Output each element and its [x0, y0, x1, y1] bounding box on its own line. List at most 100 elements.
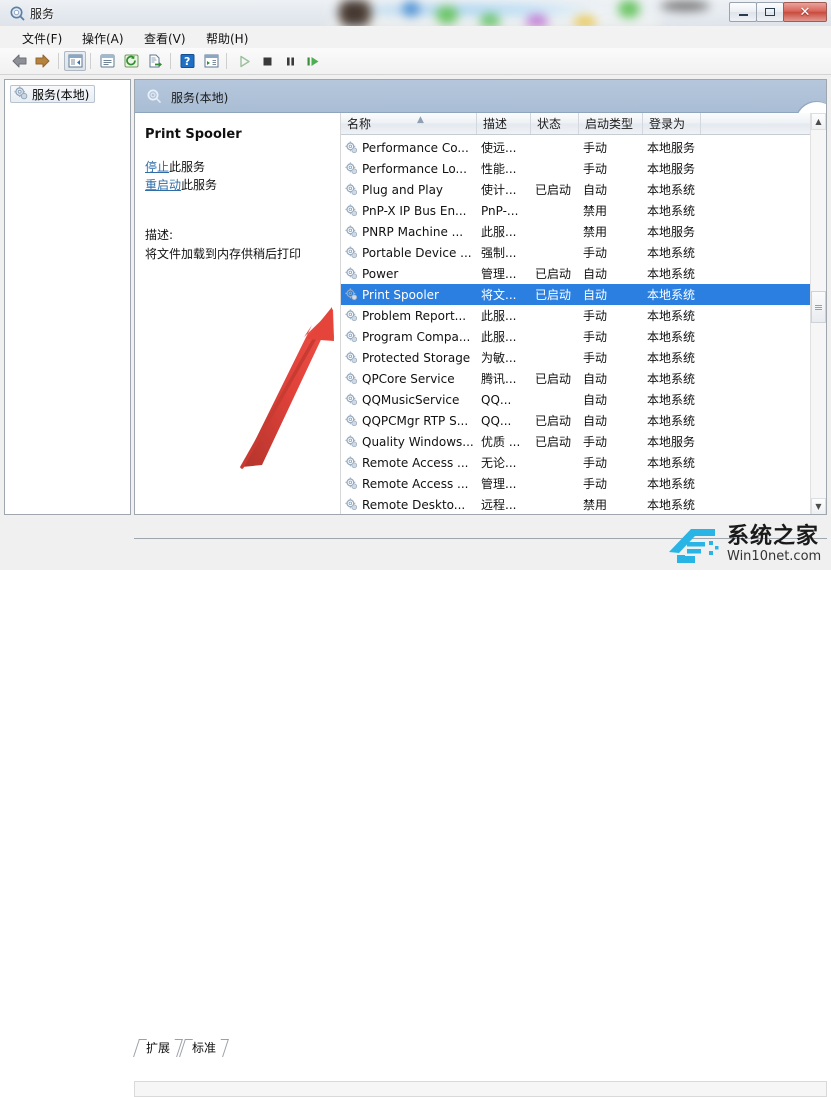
services-list: 名称▲描述状态启动类型登录为 Performance Co...使远...手动本… [340, 113, 826, 515]
cell-name: Plug and Play [345, 179, 477, 200]
cell-startup-type: 手动 [583, 452, 641, 473]
show-hide-tree-button[interactable] [64, 51, 86, 71]
restart-service-button[interactable] [302, 51, 324, 71]
table-row[interactable]: Quality Windows...优质 ...已启动手动本地服务 [341, 431, 811, 452]
cell-log-on-as: 本地系统 [647, 473, 699, 494]
selected-service-name: Print Spooler [145, 127, 330, 142]
cell-log-on-as: 本地系统 [647, 389, 699, 410]
table-row[interactable]: Protected Storage为敏...手动本地系统 [341, 347, 811, 368]
cell-startup-type: 自动 [583, 284, 641, 305]
menu-help[interactable]: 帮助(H) [202, 29, 252, 48]
table-row[interactable]: Problem Report...此服...手动本地系统 [341, 305, 811, 326]
table-row[interactable]: Performance Lo...性能...手动本地服务 [341, 158, 811, 179]
minimize-button[interactable] [729, 2, 757, 22]
pause-service-button[interactable] [279, 51, 301, 71]
column-startup-type-label: 启动类型 [585, 115, 633, 132]
cell-status: 已启动 [535, 368, 577, 389]
cell-name-label: Protected Storage [362, 351, 470, 365]
start-service-button[interactable] [233, 51, 255, 71]
cell-status [535, 137, 577, 158]
table-row[interactable]: QPCore Service腾讯...已启动自动本地系统 [341, 368, 811, 389]
cell-startup-type: 自动 [583, 179, 641, 200]
tree-node-services-local[interactable]: 服务(本地) [10, 85, 95, 103]
description-text: 将文件加载到内存供稍后打印 [145, 246, 330, 262]
cell-description: 管理... [481, 263, 529, 284]
tab-standard[interactable]: 标准 [186, 1039, 222, 1055]
cell-startup-type: 手动 [583, 158, 641, 179]
back-button[interactable] [8, 51, 30, 71]
cell-name: Quality Windows... [345, 431, 477, 452]
restart-service-link[interactable]: 重启动 [145, 178, 181, 192]
cell-description: 腾讯... [481, 368, 529, 389]
refresh-button[interactable] [120, 51, 142, 71]
table-row[interactable]: Power管理...已启动自动本地系统 [341, 263, 811, 284]
cell-description: 优质 ... [481, 431, 529, 452]
cell-log-on-as: 本地系统 [647, 326, 699, 347]
table-row[interactable]: QQMusicServiceQQ...自动本地系统 [341, 389, 811, 410]
export-list-button[interactable] [144, 51, 166, 71]
results-pane: 服务(本地) Print Spooler 停止此服务 重启动此服务 描述: 将文… [134, 79, 827, 515]
column-status[interactable]: 状态 [531, 113, 579, 134]
tab-standard-label: 标准 [192, 1039, 216, 1056]
watermark: 系统之家 Win10net.com [665, 518, 831, 570]
cell-log-on-as: 本地系统 [647, 284, 699, 305]
cell-log-on-as: 本地系统 [647, 410, 699, 431]
scroll-up-button[interactable]: ▲ [811, 113, 826, 130]
cell-status [535, 326, 577, 347]
tab-extended[interactable]: 扩展 [140, 1039, 176, 1055]
svg-text:?: ? [184, 55, 190, 68]
table-row[interactable]: Remote Access ...无论...手动本地系统 [341, 452, 811, 473]
horizontal-scrollbar[interactable] [134, 1081, 827, 1097]
watermark-logo-icon [665, 522, 723, 566]
cell-name: Remote Access ... [345, 452, 477, 473]
menu-view[interactable]: 查看(V) [140, 29, 190, 48]
stop-service-link[interactable]: 停止 [145, 160, 169, 174]
cell-description: 性能... [481, 158, 529, 179]
list-vertical-scrollbar[interactable]: ▲ ▼ [810, 113, 826, 515]
table-row[interactable]: Program Compa...此服...手动本地系统 [341, 326, 811, 347]
cell-startup-type: 自动 [583, 263, 641, 284]
scroll-down-button[interactable]: ▼ [811, 498, 826, 515]
show-action-pane-button[interactable] [200, 51, 222, 71]
close-button[interactable]: ✕ [783, 2, 827, 22]
service-gear-icon [345, 204, 358, 217]
scrollbar-thumb[interactable] [811, 291, 826, 323]
cell-log-on-as: 本地系统 [647, 305, 699, 326]
service-gear-icon [345, 267, 358, 280]
cell-status [535, 305, 577, 326]
maximize-button[interactable] [756, 2, 784, 22]
cell-description: QQ... [481, 410, 529, 431]
forward-button[interactable] [32, 51, 54, 71]
cell-name: QQPCMgr RTP S... [345, 410, 477, 431]
cell-name: PNRP Machine ... [345, 221, 477, 242]
menu-action[interactable]: 操作(A) [78, 29, 128, 48]
table-row[interactable]: Remote Access ...管理...手动本地系统 [341, 473, 811, 494]
cell-description: 使计... [481, 179, 529, 200]
table-row[interactable]: QQPCMgr RTP S...QQ...已启动自动本地系统 [341, 410, 811, 431]
column-name[interactable]: 名称▲ [341, 113, 477, 134]
cell-log-on-as: 本地系统 [647, 368, 699, 389]
title-bar: 服务 ✕ [0, 0, 831, 27]
cell-log-on-as: 本地系统 [647, 452, 699, 473]
table-row[interactable]: Performance Co...使远...手动本地服务 [341, 137, 811, 158]
cell-status [535, 452, 577, 473]
table-row[interactable]: Remote Deskto...远程...禁用本地系统 [341, 494, 811, 515]
column-startup-type[interactable]: 启动类型 [579, 113, 643, 134]
table-row[interactable]: PNRP Machine ...此服...禁用本地服务 [341, 221, 811, 242]
table-row[interactable]: Print Spooler将文...已启动自动本地系统 [341, 284, 811, 305]
cell-name-label: PnP-X IP Bus En... [362, 204, 467, 218]
menu-file[interactable]: 文件(F) [18, 29, 66, 48]
help-button[interactable]: ? [176, 51, 198, 71]
column-filler[interactable] [701, 113, 811, 134]
column-description[interactable]: 描述 [477, 113, 531, 134]
cell-name: Performance Lo... [345, 158, 477, 179]
properties-icon [100, 54, 115, 68]
properties-button[interactable] [96, 51, 118, 71]
stop-service-button[interactable] [256, 51, 278, 71]
table-row[interactable]: PnP-X IP Bus En...PnP-...禁用本地系统 [341, 200, 811, 221]
table-row[interactable]: Portable Device ...强制...手动本地系统 [341, 242, 811, 263]
column-log-on-as[interactable]: 登录为 [643, 113, 701, 134]
export-icon [148, 54, 163, 68]
table-row[interactable]: Plug and Play使计...已启动自动本地系统 [341, 179, 811, 200]
toolbar: ? [0, 48, 831, 75]
